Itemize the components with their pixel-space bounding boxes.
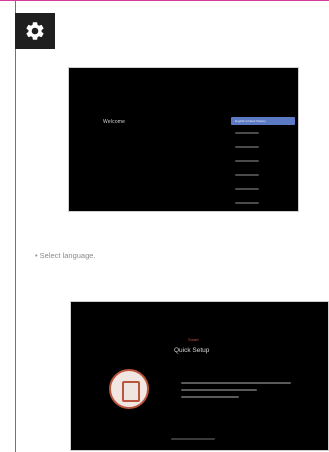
- instruction-label: Select language.: [39, 251, 96, 260]
- tv-quick-setup-screenshot: Smart Quick Setup: [70, 301, 329, 451]
- left-border-line: [15, 1, 16, 452]
- language-option: [235, 132, 259, 134]
- welcome-title: Welcome: [103, 119, 126, 125]
- setup-description-line: [181, 389, 257, 391]
- language-option: [235, 160, 259, 162]
- quick-setup-title: Quick Setup: [174, 347, 210, 354]
- brand-label: Smart: [188, 337, 199, 342]
- settings-badge: [15, 13, 55, 49]
- language-option: [235, 202, 259, 204]
- instruction-text: • Select language.: [35, 251, 96, 260]
- language-option: [235, 188, 259, 190]
- setup-description-line: [181, 396, 239, 398]
- bullet-marker: •: [35, 251, 38, 260]
- selected-language-item: English (United States): [231, 117, 295, 125]
- language-option: [235, 146, 259, 148]
- phone-icon: [122, 381, 140, 402]
- top-border-line: [0, 0, 329, 1]
- setup-description-line: [181, 382, 291, 384]
- tv-welcome-screenshot: Welcome English (United States): [68, 67, 299, 212]
- setup-footer-line: [171, 438, 215, 440]
- language-option: [235, 174, 259, 176]
- gear-icon: [26, 22, 44, 40]
- phone-illustration: [109, 369, 149, 409]
